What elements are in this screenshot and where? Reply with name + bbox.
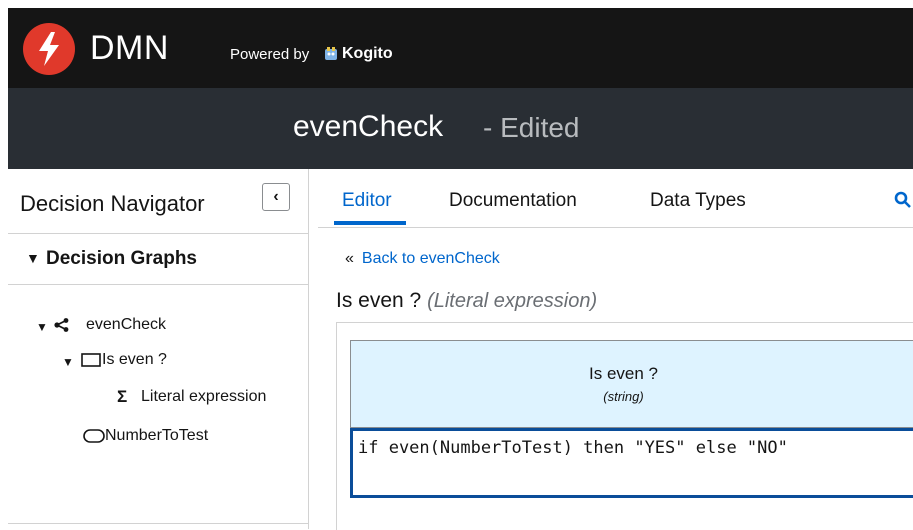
expression-text: if even(NumberToTest) then "YES" else "N… (358, 438, 788, 458)
collapse-navigator-button[interactable]: ‹ (262, 183, 290, 211)
caret-down-icon: ▼ (36, 320, 48, 334)
tree-item-label: NumberToTest (105, 427, 209, 444)
navigator-title: Decision Navigator (20, 191, 205, 216)
share-graph-icon (54, 318, 69, 332)
tree-item-label: Is even ? (102, 351, 167, 368)
section-title: Decision Graphs (46, 248, 197, 269)
logo-text: DMN (90, 29, 169, 67)
decision-node-icon (81, 353, 101, 367)
decision-graphs-section[interactable]: ▼ Decision Graphs (8, 233, 308, 285)
expression-header-cell[interactable]: Is even ? (string) (350, 340, 913, 428)
tree-item-label: evenCheck (86, 316, 167, 333)
tree-item-literal-expression[interactable]: Σ Literal expression (8, 387, 308, 409)
expression-kind: (Literal expression) (427, 290, 598, 312)
editor-tabs: Editor Documentation Data Types (318, 169, 913, 228)
tree-item-evencheck[interactable]: ▼ evenCheck (8, 315, 308, 337)
title-bar: evenCheck - Edited (8, 88, 913, 169)
edited-status: - Edited (483, 112, 580, 143)
decision-navigator: Decision Navigator ‹ ▼ Decision Graphs ▼… (8, 169, 309, 529)
input-data-icon (83, 429, 105, 443)
back-link-label: Back to evenCheck (361, 250, 500, 267)
tree-item-numbertotest[interactable]: NumberToTest (8, 426, 308, 448)
expression-name: Is even ? (336, 289, 422, 312)
tab-editor[interactable]: Editor (342, 189, 392, 213)
caret-down-icon: ▼ (62, 355, 74, 369)
divider (8, 523, 308, 524)
tree-item-label: Literal expression (141, 388, 267, 405)
brand-bar: DMN Powered by Kogito (8, 8, 913, 88)
search-icon[interactable] (894, 191, 912, 209)
tree-item-is-even[interactable]: ▼ Is even ? (8, 350, 308, 372)
header-name: Is even ? (589, 364, 658, 383)
back-link[interactable]: « Back to evenCheck (345, 249, 500, 269)
double-chevron-left-icon: « (345, 250, 354, 267)
tab-data-types[interactable]: Data Types (650, 189, 746, 213)
active-tab-indicator (334, 221, 406, 225)
sigma-icon: Σ (117, 387, 128, 406)
chevron-left-icon: ‹ (273, 188, 279, 205)
literal-expression-cell[interactable]: if even(NumberToTest) then "YES" else "N… (350, 428, 913, 498)
tab-documentation[interactable]: Documentation (449, 189, 577, 213)
expression-title: Is even ? (Literal expression) (336, 287, 597, 315)
model-title: evenCheck (293, 110, 444, 143)
powered-by-label: Powered by (230, 46, 310, 63)
header-type: (string) (603, 389, 644, 404)
caret-down-icon: ▼ (26, 250, 40, 266)
kogito-icon (325, 47, 337, 60)
dmn-logo-icon (23, 23, 75, 75)
kogito-label: Kogito (342, 45, 393, 62)
